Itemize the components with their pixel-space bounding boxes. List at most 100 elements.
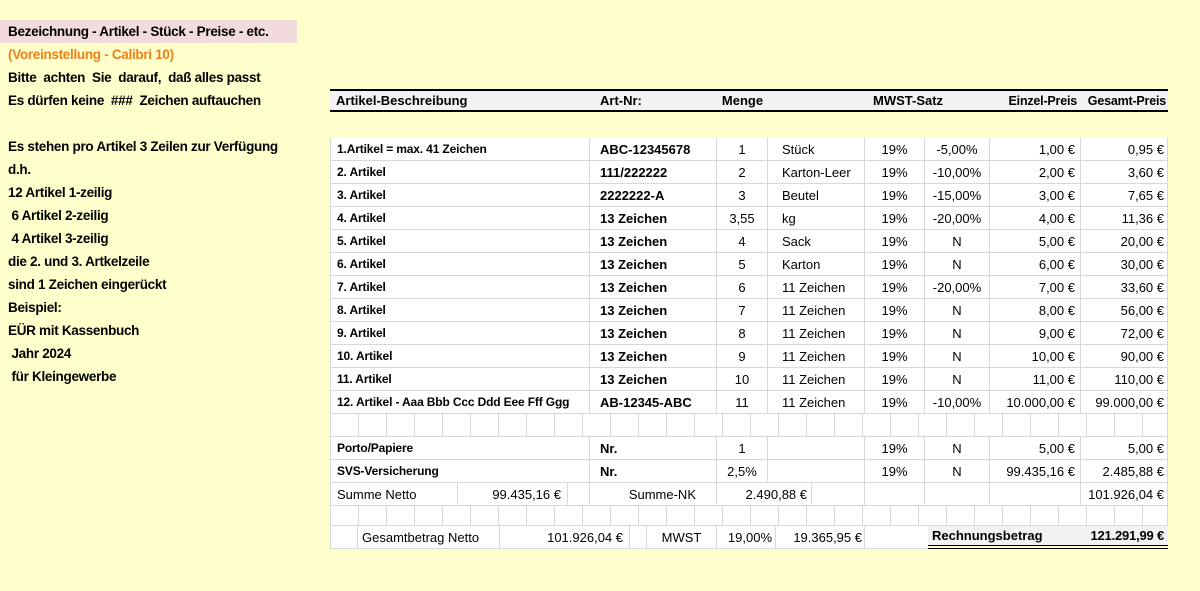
summe-nk-value[interactable]: 2.490,88 € xyxy=(717,483,812,506)
cell-rabatt[interactable]: N xyxy=(925,230,990,253)
empty-cell[interactable] xyxy=(865,526,928,549)
cell-artnr[interactable]: 2222222-A xyxy=(590,184,717,207)
cell-artnr[interactable]: AB-12345-ABC xyxy=(590,391,717,414)
cell-gesamtpreis[interactable]: 110,00 € xyxy=(1081,368,1168,391)
cell-artnr[interactable]: 111/222222 xyxy=(590,161,717,184)
cell-gesamtpreis[interactable]: 90,00 € xyxy=(1081,345,1168,368)
cell-rabatt[interactable]: N xyxy=(925,253,990,276)
cell-artnr[interactable]: Nr. xyxy=(590,460,717,483)
cell-einzelpreis[interactable]: 9,00 € xyxy=(990,322,1081,345)
cell-desc[interactable]: 2. Artikel xyxy=(330,161,590,184)
cell-einheit[interactable]: Karton-Leer xyxy=(768,161,865,184)
cell-einheit[interactable]: 11 Zeichen xyxy=(768,391,865,414)
cell-menge[interactable]: 2 xyxy=(717,161,768,184)
cell-rabatt[interactable]: N xyxy=(925,437,990,460)
cell-gesamtpreis[interactable]: 5,00 € xyxy=(1081,437,1168,460)
cell-einzelpreis[interactable]: 5,00 € xyxy=(990,230,1081,253)
cell-artnr[interactable]: 13 Zeichen xyxy=(590,276,717,299)
empty-cell[interactable] xyxy=(865,483,925,506)
cell-desc[interactable]: 8. Artikel xyxy=(330,299,590,322)
cell-menge[interactable]: 6 xyxy=(717,276,768,299)
cell-mwst[interactable]: 19% xyxy=(865,437,925,460)
gesamtbetrag-netto-label[interactable]: Gesamtbetrag Netto xyxy=(358,526,500,549)
netto-total-value[interactable]: 101.926,04 € xyxy=(1081,483,1168,506)
cell-desc[interactable]: 1.Artikel = max. 41 Zeichen xyxy=(330,138,590,161)
cell-einzelpreis[interactable]: 3,00 € xyxy=(990,184,1081,207)
cell-gesamtpreis[interactable]: 7,65 € xyxy=(1081,184,1168,207)
cell-desc[interactable]: 10. Artikel xyxy=(330,345,590,368)
mwst-rate[interactable]: 19,00% xyxy=(717,526,776,549)
cell-rabatt[interactable]: -15,00% xyxy=(925,184,990,207)
cell-desc[interactable]: 3. Artikel xyxy=(330,184,590,207)
cell-artnr[interactable]: 13 Zeichen xyxy=(590,230,717,253)
cell-rabatt[interactable]: N xyxy=(925,299,990,322)
cell-einheit[interactable]: 11 Zeichen xyxy=(768,368,865,391)
cell-rabatt[interactable]: -10,00% xyxy=(925,161,990,184)
rechnungsbetrag-value[interactable]: 121.291,99 € xyxy=(1060,526,1168,545)
cell-mwst[interactable]: 19% xyxy=(865,138,925,161)
cell-rabatt[interactable]: -10,00% xyxy=(925,391,990,414)
summe-netto-label[interactable]: Summe Netto xyxy=(330,483,458,506)
cell-artnr[interactable]: 13 Zeichen xyxy=(590,207,717,230)
cell-einzelpreis[interactable]: 99.435,16 € xyxy=(990,460,1081,483)
cell-einheit[interactable]: Karton xyxy=(768,253,865,276)
cell-rabatt[interactable]: -5,00% xyxy=(925,138,990,161)
cell-artnr[interactable]: 13 Zeichen xyxy=(590,253,717,276)
cell-einheit[interactable]: Sack xyxy=(768,230,865,253)
cell-gesamtpreis[interactable]: 33,60 € xyxy=(1081,276,1168,299)
summe-nk-label[interactable]: Summe-NK xyxy=(590,483,717,506)
cell-menge[interactable]: 10 xyxy=(717,368,768,391)
cell-mwst[interactable]: 19% xyxy=(865,345,925,368)
cell-menge[interactable]: 3 xyxy=(717,184,768,207)
cell-mwst[interactable]: 19% xyxy=(865,460,925,483)
cell-mwst[interactable]: 19% xyxy=(865,184,925,207)
cell-desc[interactable]: 11. Artikel xyxy=(330,368,590,391)
cell-menge[interactable]: 3,55 xyxy=(717,207,768,230)
gesamtbetrag-netto-value[interactable]: 101.926,04 € xyxy=(500,526,630,549)
cell-einheit[interactable] xyxy=(768,437,865,460)
cell-desc[interactable]: SVS-Versicherung xyxy=(330,460,590,483)
cell-mwst[interactable]: 19% xyxy=(865,230,925,253)
cell-gesamtpreis[interactable]: 56,00 € xyxy=(1081,299,1168,322)
cell-einzelpreis[interactable]: 10,00 € xyxy=(990,345,1081,368)
cell-gesamtpreis[interactable]: 72,00 € xyxy=(1081,322,1168,345)
cell-mwst[interactable]: 19% xyxy=(865,391,925,414)
cell-einzelpreis[interactable]: 10.000,00 € xyxy=(990,391,1081,414)
summe-netto-value[interactable]: 99.435,16 € xyxy=(458,483,568,506)
cell-menge[interactable]: 9 xyxy=(717,345,768,368)
empty-cell[interactable] xyxy=(812,483,865,506)
cell-rabatt[interactable]: -20,00% xyxy=(925,207,990,230)
cell-einheit[interactable]: Stück xyxy=(768,138,865,161)
cell-einheit[interactable] xyxy=(768,460,865,483)
cell-menge[interactable]: 7 xyxy=(717,299,768,322)
empty-cell[interactable] xyxy=(630,526,647,549)
cell-desc[interactable]: 6. Artikel xyxy=(330,253,590,276)
cell-menge[interactable]: 8 xyxy=(717,322,768,345)
cell-artnr[interactable]: 13 Zeichen xyxy=(590,345,717,368)
cell-desc[interactable]: 12. Artikel - Aaa Bbb Ccc Ddd Eee Fff Gg… xyxy=(330,391,590,414)
empty-cell[interactable] xyxy=(568,483,590,506)
cell-einzelpreis[interactable]: 7,00 € xyxy=(990,276,1081,299)
cell-gesamtpreis[interactable]: 30,00 € xyxy=(1081,253,1168,276)
cell-menge[interactable]: 4 xyxy=(717,230,768,253)
cell-menge[interactable]: 1 xyxy=(717,138,768,161)
mwst-value[interactable]: 19.365,95 € xyxy=(776,526,865,549)
cell-desc[interactable]: 9. Artikel xyxy=(330,322,590,345)
cell-artnr[interactable]: ABC-12345678 xyxy=(590,138,717,161)
cell-einheit[interactable]: Beutel xyxy=(768,184,865,207)
cell-einheit[interactable]: 11 Zeichen xyxy=(768,299,865,322)
cell-artnr[interactable]: 13 Zeichen xyxy=(590,368,717,391)
cell-mwst[interactable]: 19% xyxy=(865,207,925,230)
cell-mwst[interactable]: 19% xyxy=(865,161,925,184)
cell-desc[interactable]: 5. Artikel xyxy=(330,230,590,253)
cell-einheit[interactable]: 11 Zeichen xyxy=(768,345,865,368)
empty-cell[interactable] xyxy=(330,526,358,549)
cell-rabatt[interactable]: N xyxy=(925,322,990,345)
cell-gesamtpreis[interactable]: 11,36 € xyxy=(1081,207,1168,230)
cell-mwst[interactable]: 19% xyxy=(865,276,925,299)
cell-gesamtpreis[interactable]: 0,95 € xyxy=(1081,138,1168,161)
cell-rabatt[interactable]: N xyxy=(925,460,990,483)
cell-einzelpreis[interactable]: 1,00 € xyxy=(990,138,1081,161)
cell-artnr[interactable]: 13 Zeichen xyxy=(590,322,717,345)
cell-menge[interactable]: 2,5% xyxy=(717,460,768,483)
